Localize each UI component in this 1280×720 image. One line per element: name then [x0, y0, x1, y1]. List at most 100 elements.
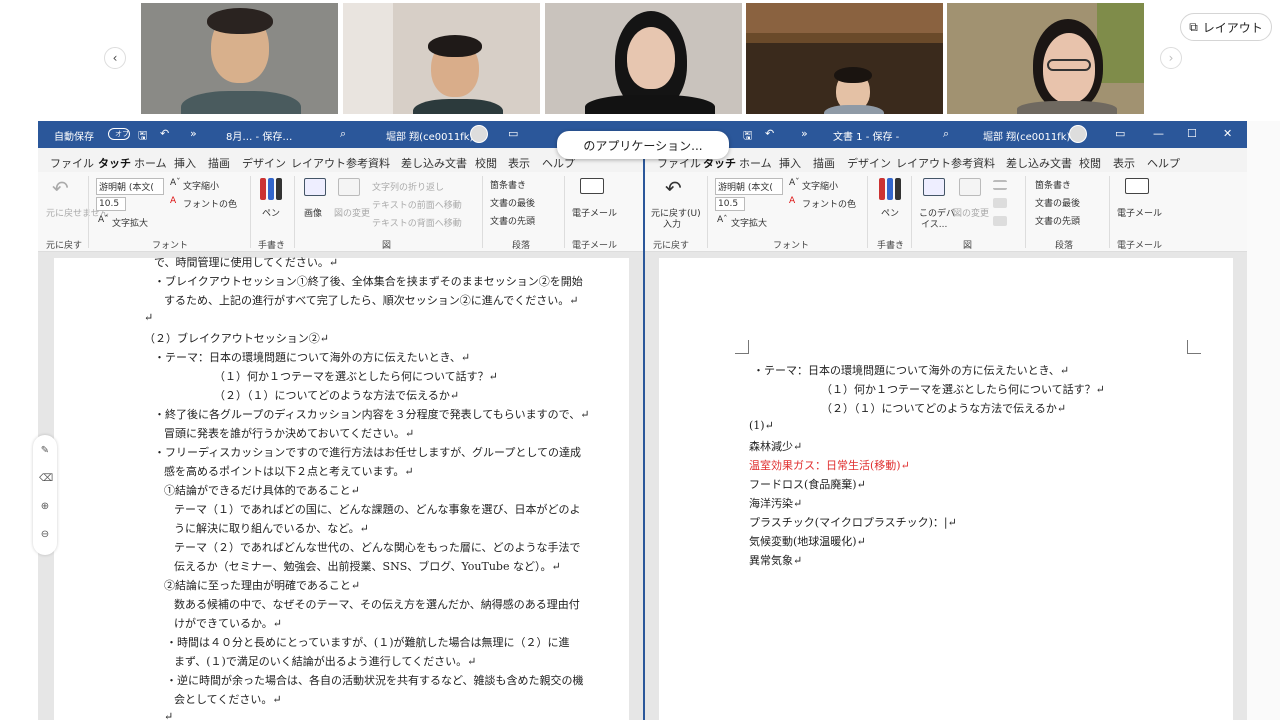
- send-back-icon[interactable]: [993, 216, 1007, 226]
- change-image-button[interactable]: 図の変更: [334, 206, 370, 219]
- left-doc-line[interactable]: ①結論ができるだけ具体的であること↵: [164, 482, 360, 498]
- participant-video-5[interactable]: [947, 3, 1144, 114]
- device-image-icon[interactable]: [923, 178, 945, 196]
- pen-label[interactable]: ペン: [881, 206, 899, 219]
- pen-icon[interactable]: [879, 178, 885, 200]
- participant-video-2[interactable]: [343, 3, 540, 114]
- right-doc-line[interactable]: 異常気象↵: [749, 552, 802, 568]
- left-doc-line[interactable]: ・逆に時間が余った場合は、各自の活動状況を共有するなど、雑談も含めた親交の機: [166, 672, 583, 688]
- more-icon[interactable]: »: [190, 127, 197, 140]
- tab-review[interactable]: 校閲: [1079, 155, 1101, 171]
- save-icon[interactable]: 🖫: [138, 127, 147, 146]
- image-button[interactable]: 画像: [304, 206, 322, 219]
- email-button[interactable]: 電子メール: [572, 206, 617, 219]
- email-icon[interactable]: [580, 178, 604, 194]
- left-doc-line[interactable]: ・ブレイクアウトセッション①終了後、全体集合を挟まずそのままセッション②を開始: [154, 273, 583, 289]
- tab-layout[interactable]: レイアウト: [291, 155, 346, 171]
- left-page[interactable]: で、時間管理に使用してください。↵ ・ブレイクアウトセッション①終了後、全体集合を…: [54, 256, 629, 720]
- right-doc-line[interactable]: 気候変動(地球温暖化)↵: [749, 533, 866, 549]
- shrink-font-icon[interactable]: Aˇ: [170, 178, 181, 188]
- left-doc-line[interactable]: （２）ブレイクアウトセッション②↵: [144, 330, 329, 346]
- autosave-toggle[interactable]: オフ: [108, 128, 130, 140]
- left-doc-line[interactable]: 伝えるか（セミナー、勉強会、出前授業、SNS、ブログ、YouTube など）。↵: [174, 558, 561, 574]
- doc-start-button[interactable]: 文書の先頭: [490, 214, 535, 227]
- left-doc-line[interactable]: テーマ（１）であればどの国に、どんな課題の、どんな事象を選び、日本がどのよ: [174, 501, 581, 517]
- tab-help[interactable]: ヘルプ: [1147, 155, 1180, 171]
- font-name-select[interactable]: 游明朝 (本文(: [96, 178, 164, 195]
- font-size-select[interactable]: 10.5: [715, 197, 745, 211]
- tab-view[interactable]: 表示: [1113, 155, 1135, 171]
- tab-file[interactable]: ファイル: [50, 155, 94, 171]
- right-doc-title[interactable]: 文書 1 - 保存 -: [833, 128, 899, 143]
- undo-large-icon[interactable]: ↶: [52, 176, 69, 200]
- right-page[interactable]: ・テーマ：日本の環境問題について海外の方に伝えたいとき、↵ （１）何か１つテーマを…: [659, 258, 1233, 720]
- left-doc-line[interactable]: まず、(１)で満足のいく結論が出るよう進行してください。↵: [174, 653, 476, 669]
- tab-references[interactable]: 参考資料: [346, 155, 390, 171]
- wrap-text-button[interactable]: 文字列の折り返し: [372, 180, 444, 193]
- image-icon[interactable]: [304, 178, 326, 196]
- doc-start-button[interactable]: 文書の先頭: [1035, 214, 1080, 227]
- tab-home[interactable]: ホーム: [739, 155, 772, 171]
- font-color-button[interactable]: フォントの色: [802, 197, 856, 210]
- draw-tool-icon[interactable]: ✎: [39, 445, 51, 457]
- right-doc-line[interactable]: 森林減少↵: [749, 438, 802, 454]
- avatar[interactable]: [470, 125, 488, 143]
- tab-design[interactable]: デザイン: [847, 155, 891, 171]
- left-doc-line[interactable]: うに解決に取り組んでいるか、など。↵: [174, 520, 369, 536]
- tab-home[interactable]: ホーム: [134, 155, 167, 171]
- undo-icon[interactable]: ↶: [160, 127, 169, 140]
- tab-references[interactable]: 参考資料: [951, 155, 995, 171]
- close-icon[interactable]: ✕: [1223, 127, 1232, 140]
- left-doc-line[interactable]: ②結論に至った理由が明確であること↵: [164, 577, 360, 593]
- left-doc-line[interactable]: 会としてください。↵: [174, 691, 282, 707]
- font-color-button[interactable]: フォントの色: [183, 197, 237, 210]
- grow-font-icon[interactable]: Aˆ: [98, 215, 109, 225]
- zoom-in-icon[interactable]: ⊕: [39, 501, 51, 513]
- right-doc-line[interactable]: ・テーマ：日本の環境問題について海外の方に伝えたいとき、↵: [753, 362, 1069, 378]
- ribbon-display-icon[interactable]: ▭: [508, 127, 518, 140]
- email-button[interactable]: 電子メール: [1117, 206, 1162, 219]
- search-icon[interactable]: ⌕: [340, 127, 346, 141]
- zoom-out-icon[interactable]: ⊖: [39, 529, 51, 541]
- tab-insert[interactable]: 挿入: [174, 155, 196, 171]
- bullets-button[interactable]: 箇条書き: [490, 178, 526, 191]
- more-icon[interactable]: »: [801, 127, 808, 140]
- left-doc-line[interactable]: 数ある候補の中で、なぜそのテーマ、その伝え方を選んだか、納得感のある理由付: [174, 596, 580, 612]
- tab-design[interactable]: デザイン: [242, 155, 286, 171]
- minimize-icon[interactable]: —: [1153, 127, 1164, 140]
- undo-icon[interactable]: ↶: [765, 127, 774, 140]
- change-image-button[interactable]: 図の変更: [953, 206, 989, 219]
- left-doc-line[interactable]: ・フリーディスカッションですので進行方法はお任せしますが、グループとしての達成: [154, 444, 581, 460]
- font-color-icon[interactable]: A: [789, 196, 795, 206]
- next-page-icon[interactable]: ›: [1160, 47, 1182, 69]
- tab-insert[interactable]: 挿入: [779, 155, 801, 171]
- left-doc-line[interactable]: ・時間は４０分と長めにとっていますが、(１)が難航した場合は無理に（２）に進: [166, 634, 569, 650]
- right-doc-line[interactable]: プラスチック(マイクロプラスチック)：|↵: [749, 514, 957, 530]
- avatar[interactable]: [1069, 125, 1087, 143]
- undo-large-icon[interactable]: ↶: [665, 176, 682, 200]
- bullets-button[interactable]: 箇条書き: [1035, 178, 1071, 191]
- left-doc-line[interactable]: けができているか。↵: [174, 615, 282, 631]
- left-doc-line[interactable]: （２）（１）についてどのような方法で伝えるか↵: [214, 387, 459, 403]
- shrink-font-icon[interactable]: Aˇ: [789, 178, 800, 188]
- shrink-font-button[interactable]: 文字縮小: [183, 179, 219, 192]
- tab-mailings[interactable]: 差し込み文書: [401, 155, 467, 171]
- maximize-icon[interactable]: ☐: [1187, 127, 1197, 140]
- right-doc-line[interactable]: （１）何か１つテーマを選ぶとしたら何について話す？↵: [821, 381, 1105, 397]
- pen-icon[interactable]: [260, 178, 266, 200]
- left-doc-line[interactable]: で、時間管理に使用してください。↵: [154, 254, 338, 270]
- grow-font-button[interactable]: 文字拡大: [112, 216, 148, 229]
- shrink-font-button[interactable]: 文字縮小: [802, 179, 838, 192]
- left-doc-line[interactable]: 感を高めるポイントは以下２点と考えています。↵: [164, 463, 414, 479]
- bring-front-button[interactable]: テキストの前面へ移動: [372, 198, 462, 211]
- left-doc-line[interactable]: 冒頭に発表を誰が行うか決めておいてください。↵: [164, 425, 414, 441]
- prev-page-icon[interactable]: ‹: [104, 47, 126, 69]
- send-back-button[interactable]: テキストの背面へ移動: [372, 216, 462, 229]
- left-doc-line[interactable]: するため、上記の進行がすべて完了したら、順次セッション②に進んでください。↵: [164, 292, 578, 308]
- layout-button[interactable]: ⧉ レイアウト: [1180, 13, 1272, 41]
- left-doc-line[interactable]: テーマ（２）であればどんな世代の、どんな関心をもった層に、どのような手法で: [174, 539, 581, 555]
- tab-review[interactable]: 校閲: [475, 155, 497, 171]
- tab-draw[interactable]: 描画: [208, 155, 230, 171]
- font-name-select[interactable]: 游明朝 (本文(: [715, 178, 783, 195]
- doc-end-button[interactable]: 文書の最後: [1035, 196, 1080, 209]
